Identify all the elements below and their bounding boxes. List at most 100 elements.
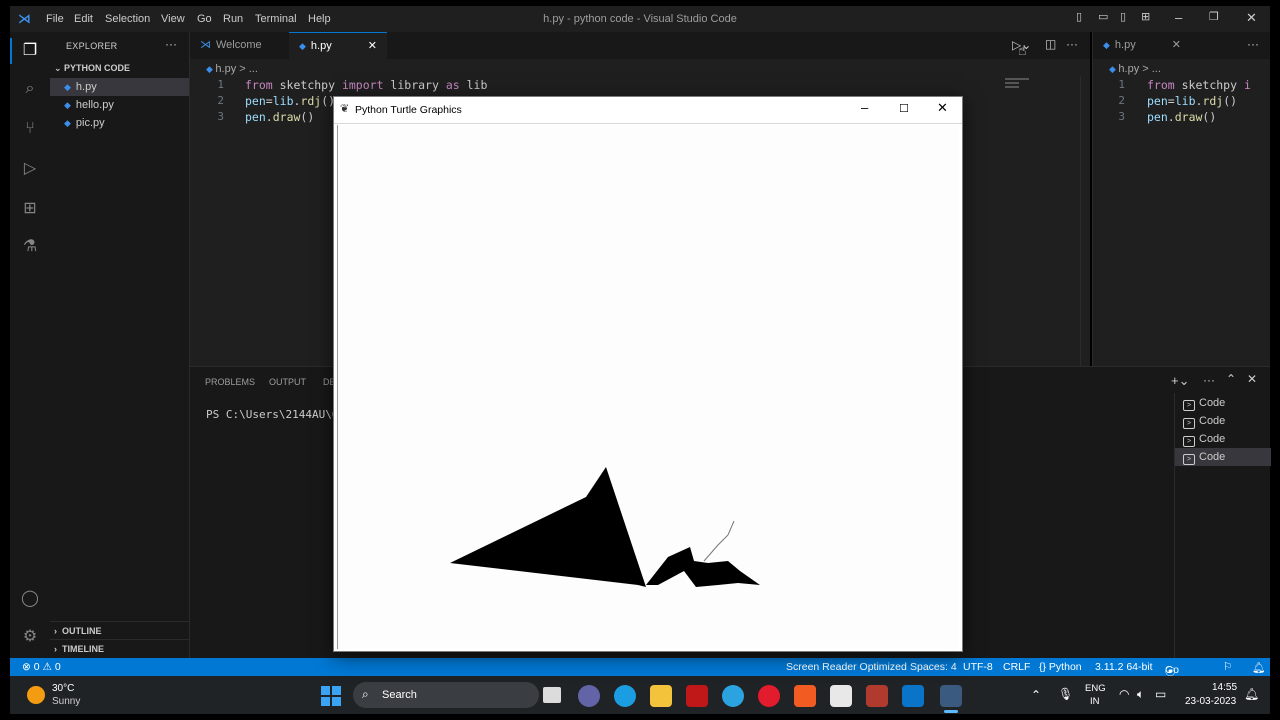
chrome-icon[interactable] <box>722 685 744 707</box>
search-box[interactable]: ⌕ Search <box>353 682 539 708</box>
encoding-status[interactable]: UTF-8 <box>963 661 993 673</box>
code-line[interactable]: pen.draw() <box>1147 110 1216 124</box>
notifications-icon[interactable]: 🔔︎ <box>1252 661 1265 674</box>
search-icon[interactable]: ⌕ <box>20 79 40 99</box>
tab-output[interactable]: OUTPUT <box>269 377 306 387</box>
file-item-pic-py[interactable]: ◆ pic.py <box>50 114 189 132</box>
tab-problems[interactable]: PROBLEMS <box>205 377 255 387</box>
close-icon[interactable]: ✕ <box>1246 10 1257 26</box>
turtle-graphics-window[interactable]: ❦ Python Turtle Graphics – ☐ ✕ <box>333 96 963 652</box>
settings-gear-icon[interactable]: ⚙ <box>20 627 40 647</box>
clock-time[interactable]: 14:55 <box>1212 682 1237 693</box>
wifi-icon[interactable]: ◠ <box>1119 687 1129 701</box>
feedback-icon[interactable]: ⚐ <box>1223 661 1232 673</box>
teams-icon[interactable] <box>578 685 600 707</box>
mcafee-icon[interactable] <box>686 685 708 707</box>
indentation-status[interactable]: Spaces: 4 <box>910 661 957 673</box>
run-debug-icon[interactable]: ▷ <box>20 159 40 179</box>
recorder-icon[interactable] <box>866 685 888 707</box>
eol-status[interactable]: CRLF <box>1003 661 1030 673</box>
active-indicator <box>10 38 12 64</box>
tray-overflow-icon[interactable]: ⌃ <box>1031 688 1041 702</box>
breadcrumb[interactable]: ◆ h.py > ... <box>206 63 258 75</box>
code-token: () <box>300 110 315 124</box>
opera-icon[interactable] <box>758 685 780 707</box>
split-more-icon[interactable]: ··· <box>1247 37 1259 51</box>
weather-sun-icon[interactable] <box>27 686 45 704</box>
split-editor-icon[interactable]: ◫ <box>1045 37 1056 51</box>
language-status[interactable]: {} Python <box>1039 661 1082 673</box>
code-line[interactable]: pen=lib.rdj() <box>245 94 335 108</box>
editor-more-icon[interactable]: ··· <box>1066 37 1078 51</box>
start-icon[interactable] <box>321 686 341 706</box>
close-panel-icon[interactable]: ✕ <box>1247 372 1257 386</box>
split-code-area[interactable]: 1 from sketchpy i 2 pen=lib.rdj() 3 pen.draw(… <box>1093 76 1270 366</box>
code-line[interactable]: pen.draw() <box>245 110 314 124</box>
code-line[interactable]: from sketchpy import library as lib <box>245 78 487 92</box>
split-breadcrumb[interactable]: ◆ h.py > ... <box>1109 63 1161 75</box>
terminal-output[interactable]: PS C:\Users\2144AU\On <box>206 408 345 421</box>
code-line[interactable]: from sketchpy i <box>1147 78 1251 92</box>
language-code[interactable]: ENG <box>1085 683 1106 694</box>
turtle-title-bar[interactable]: ❦ Python Turtle Graphics – ☐ ✕ <box>334 97 962 124</box>
extensions-icon[interactable]: ⊞ <box>20 199 40 219</box>
panel-more-icon[interactable]: ··· <box>1203 373 1215 387</box>
maximize-icon[interactable]: ❐ <box>1209 10 1219 23</box>
line-number: 1 <box>217 78 224 91</box>
minimize-icon[interactable]: – <box>1175 10 1182 25</box>
turtle-close-icon[interactable]: ✕ <box>937 100 948 116</box>
code-token: = <box>1167 94 1175 108</box>
volume-icon[interactable]: 🔈︎ <box>1137 687 1144 702</box>
turtle-canvas[interactable] <box>337 125 959 649</box>
clock-date[interactable]: 23-03-2023 <box>1185 696 1236 707</box>
task-view-icon[interactable] <box>543 687 561 703</box>
tab-h-py[interactable]: ◆ h.py ✕ <box>289 32 387 59</box>
folder-header[interactable]: ⌄ PYTHON CODE <box>54 63 130 74</box>
battery-icon[interactable]: ▭ <box>1155 687 1166 701</box>
notification-center-icon[interactable]: 🔔︎ <box>1244 687 1259 701</box>
python-taskbar-icon[interactable] <box>940 685 962 707</box>
more-actions-icon[interactable]: ··· <box>165 37 177 51</box>
terminal-item[interactable]: > Code <box>1175 394 1271 412</box>
close-tab-icon[interactable]: ✕ <box>1172 32 1181 59</box>
new-terminal-icon[interactable]: +⌄ <box>1171 373 1189 389</box>
brave-icon[interactable] <box>794 685 816 707</box>
source-control-icon[interactable]: ⑂ <box>20 119 40 139</box>
problems-status[interactable]: ⊗ 0 ⚠ 0 <box>22 661 61 673</box>
maximize-panel-icon[interactable]: ⌃ <box>1226 372 1236 386</box>
timeline-section[interactable]: › TIMELINE <box>50 639 189 657</box>
file-item-h-py[interactable]: ◆ h.py <box>50 78 189 96</box>
terminal-item[interactable]: > Code <box>1175 430 1271 448</box>
toggle-panel-icon[interactable]: ▭ <box>1098 10 1108 23</box>
explorer-icon[interactable]: ❐ <box>20 41 40 61</box>
code-token: import <box>341 78 384 92</box>
language-region[interactable]: IN <box>1090 696 1100 707</box>
microphone-icon[interactable]: 🎙︎ <box>1058 687 1073 701</box>
timeline-label: TIMELINE <box>62 644 104 654</box>
scrollbar[interactable] <box>1080 76 1090 366</box>
toggle-sidebar-icon[interactable]: ▯ <box>1076 10 1082 23</box>
terminal-item[interactable]: > Code <box>1175 448 1271 466</box>
store-icon[interactable] <box>830 685 852 707</box>
interpreter-status[interactable]: 3.11.2 64-bit <box>1095 661 1153 673</box>
file-item-hello-py[interactable]: ◆ hello.py <box>50 96 189 114</box>
active-app-indicator <box>944 710 958 713</box>
screen-reader-status[interactable]: Screen Reader Optimized <box>786 661 907 673</box>
tab-h-py-split[interactable]: ◆ h.py ✕ <box>1093 32 1191 59</box>
account-icon[interactable]: ◯ <box>20 589 40 609</box>
file-explorer-icon[interactable] <box>650 685 672 707</box>
turtle-maximize-icon[interactable]: ☐ <box>899 102 909 115</box>
edge-icon[interactable] <box>614 685 636 707</box>
toggle-secondary-sidebar-icon[interactable]: ▯ <box>1120 10 1126 23</box>
outline-section[interactable]: › OUTLINE <box>50 621 189 639</box>
customize-layout-icon[interactable]: ⊞ <box>1141 10 1150 23</box>
chevron-right-icon: › <box>54 626 62 636</box>
tab-welcome[interactable]: ⋊ Welcome <box>190 32 288 59</box>
code-token: draw <box>272 110 301 124</box>
turtle-minimize-icon[interactable]: – <box>861 100 868 115</box>
testing-icon[interactable]: ⚗ <box>20 237 40 257</box>
close-tab-icon[interactable]: ✕ <box>368 33 377 60</box>
terminal-item[interactable]: > Code <box>1175 412 1271 430</box>
code-line[interactable]: pen=lib.rdj() <box>1147 94 1237 108</box>
vscode-taskbar-icon[interactable] <box>902 685 924 707</box>
